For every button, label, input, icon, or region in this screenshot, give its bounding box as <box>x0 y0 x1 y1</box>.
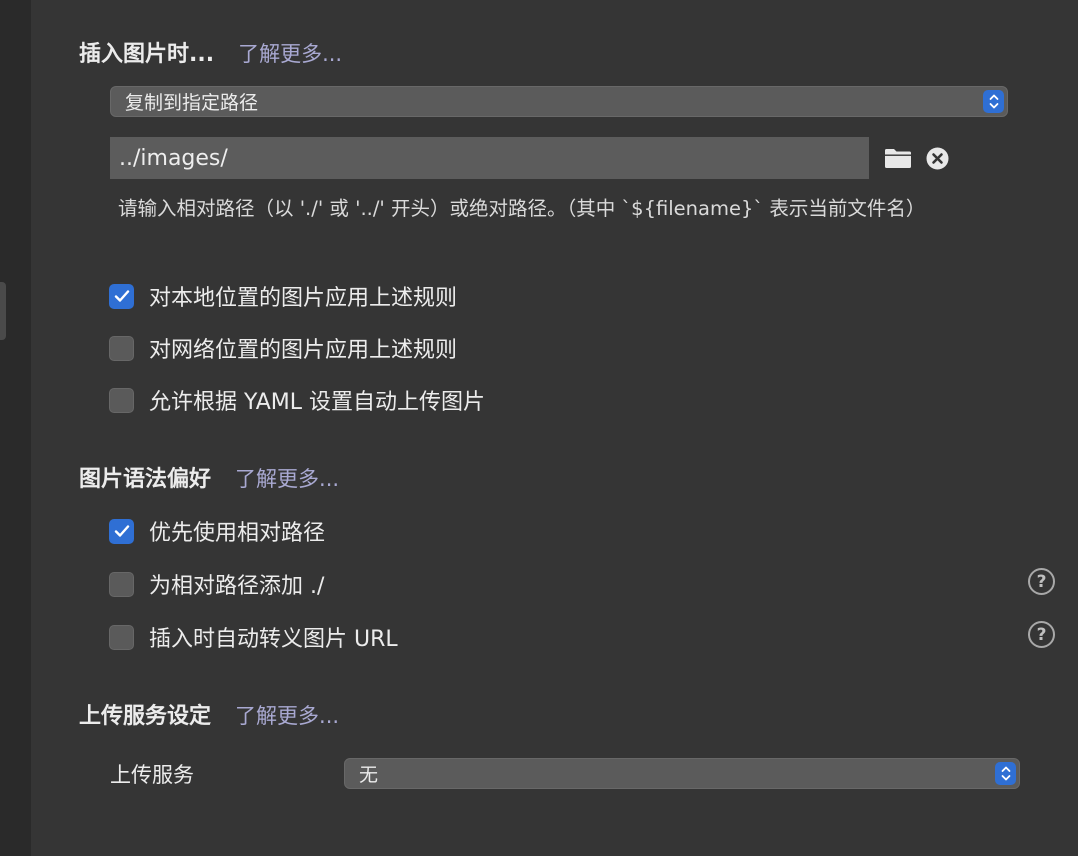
checkbox[interactable] <box>109 571 134 597</box>
section-title-upload: 上传服务设定 了解更多... <box>79 698 339 730</box>
section-title-image-insert: 插入图片时... 了解更多... <box>79 36 342 68</box>
checkmark-icon <box>114 525 129 537</box>
sidebar-tab[interactable] <box>0 282 6 340</box>
checkbox[interactable] <box>109 283 134 309</box>
section-title-text: 图片语法偏好 <box>79 467 212 492</box>
select-stepper-icon <box>995 762 1016 785</box>
learn-more-link[interactable]: 了解更多... <box>235 463 339 493</box>
option-label: 插入时自动转义图片 URL <box>149 627 398 652</box>
option-label: 对网络位置的图片应用上述规则 <box>149 338 458 363</box>
checkbox[interactable] <box>109 335 134 361</box>
select-value: 复制到指定路径 <box>125 92 259 114</box>
help-icon[interactable]: ? <box>1028 568 1055 595</box>
option-apply-network[interactable]: 对网络位置的图片应用上述规则 <box>109 332 457 364</box>
option-auto-escape-url[interactable]: 插入时自动转义图片 URL <box>109 621 398 653</box>
checkbox[interactable] <box>109 387 134 413</box>
option-yaml-auto-upload[interactable]: 允许根据 YAML 设置自动上传图片 <box>109 384 485 416</box>
learn-more-link[interactable]: 了解更多... <box>235 700 339 730</box>
clear-icon[interactable] <box>926 147 949 174</box>
image-path-input[interactable] <box>110 137 869 179</box>
upload-service-label: 上传服务 <box>110 763 194 787</box>
section-title-text: 上传服务设定 <box>79 704 212 729</box>
path-help-text: 请输入相对路径（以 './' 或 '../' 开头）或绝对路径。（其中 `${f… <box>118 197 926 220</box>
checkbox[interactable] <box>109 624 134 650</box>
help-icon[interactable]: ? <box>1028 621 1055 648</box>
option-prefer-relative[interactable]: 优先使用相对路径 <box>109 515 325 547</box>
option-apply-local[interactable]: 对本地位置的图片应用上述规则 <box>109 280 457 312</box>
image-insert-action-select[interactable]: 复制到指定路径 <box>110 86 1008 117</box>
select-stepper-icon <box>983 90 1004 113</box>
section-title-image-syntax: 图片语法偏好 了解更多... <box>79 461 339 493</box>
checkmark-icon <box>114 290 129 302</box>
option-label: 为相对路径添加 ./ <box>149 574 325 599</box>
option-add-dot-slash[interactable]: 为相对路径添加 ./ <box>109 568 324 600</box>
upload-service-select[interactable]: 无 <box>344 758 1020 789</box>
sidebar-strip <box>0 0 31 856</box>
option-label: 对本地位置的图片应用上述规则 <box>149 286 458 311</box>
checkbox[interactable] <box>109 518 134 544</box>
folder-icon[interactable] <box>884 147 912 173</box>
option-label: 优先使用相对路径 <box>149 521 326 546</box>
select-value: 无 <box>359 764 379 786</box>
option-label: 允许根据 YAML 设置自动上传图片 <box>149 390 486 415</box>
section-title-text: 插入图片时... <box>79 42 215 67</box>
learn-more-link[interactable]: 了解更多... <box>238 38 342 68</box>
